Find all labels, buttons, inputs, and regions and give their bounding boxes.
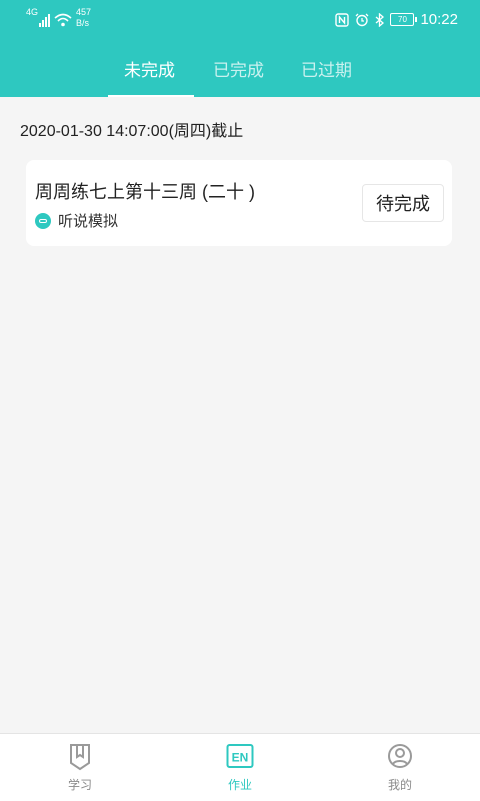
bluetooth-icon	[376, 12, 385, 27]
signal-icon	[39, 13, 51, 27]
deadline-text: 2020-01-30 14:07:00(周四)截止	[20, 123, 244, 140]
bottom-navigation: 学习 EN 作业 我的	[0, 733, 480, 801]
battery-level: 70	[398, 15, 407, 24]
assignment-type: 听说模拟	[35, 210, 118, 231]
nav-profile-label: 我的	[387, 778, 412, 792]
pending-button[interactable]: 待完成	[362, 184, 444, 222]
assignment-card[interactable]: 周周练七上第十三周 (二十 ) 听说模拟 待完成	[26, 160, 452, 246]
svg-text:EN: EN	[232, 751, 249, 765]
book-icon	[70, 744, 90, 771]
profile-icon	[388, 744, 412, 768]
listening-icon	[35, 212, 51, 229]
nav-homework-label: 作业	[227, 778, 252, 792]
network-type: 4G	[26, 7, 39, 17]
tab-incomplete[interactable]: 未完成	[124, 56, 175, 81]
status-left: 4G 457 B/s	[26, 7, 91, 29]
nav-profile[interactable]: 我的	[360, 742, 440, 793]
assignment-title: 周周练七上第十三周 (二十 )	[35, 182, 255, 202]
speed-unit: B/s	[76, 18, 90, 28]
assignment-type-label: 听说模拟	[58, 213, 119, 230]
speed-value: 457	[76, 7, 92, 17]
en-icon: EN	[226, 744, 254, 768]
alarm-icon	[355, 13, 369, 26]
tab-bar: 未完成 已完成 已过期	[0, 48, 480, 97]
tab-completed[interactable]: 已完成	[213, 56, 264, 81]
wifi-icon	[54, 13, 72, 27]
tab-expired[interactable]: 已过期	[301, 56, 352, 81]
nfc-icon	[335, 12, 350, 27]
status-bar: 4G 457 B/s 70 10:22	[0, 0, 480, 40]
active-tab-indicator	[108, 95, 194, 97]
battery-icon: 70	[390, 13, 418, 26]
header: 4G 457 B/s 70 10:22 未完成 已完成 已过期	[0, 0, 480, 97]
network-speed: 457 B/s	[76, 7, 91, 29]
status-right: 70 10:22	[335, 11, 458, 28]
nav-study-label: 学习	[67, 778, 92, 792]
nav-homework[interactable]: EN 作业	[200, 742, 280, 793]
nav-study[interactable]: 学习	[40, 742, 120, 793]
clock: 10:22	[420, 11, 458, 28]
